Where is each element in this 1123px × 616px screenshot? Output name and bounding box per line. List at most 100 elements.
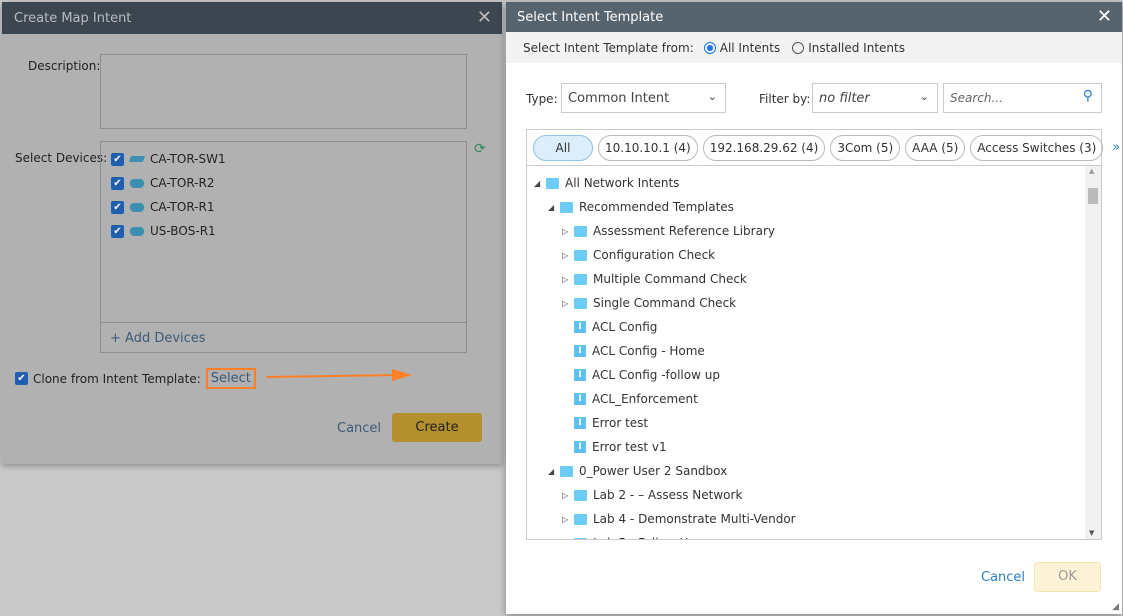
device-checkbox[interactable]: ✔ [111,152,124,166]
radio-installed-intents[interactable]: Installed Intents [792,41,905,55]
folder-icon [546,177,559,189]
intent-icon: I [574,369,586,381]
tag-chip[interactable]: 192.168.29.62 (4) [702,134,826,161]
expanded-arrow-icon[interactable]: ◢ [534,179,546,188]
device-item[interactable]: ✔ US-BOS-R1 [111,224,216,238]
description-input[interactable] [100,54,467,129]
refresh-icon[interactable]: ⟳ [474,141,486,157]
tree-item[interactable]: ◢ Recommended Templates [548,195,734,219]
type-select[interactable]: Common Intent ⌄ [561,83,726,113]
ok-button[interactable]: OK [1034,562,1101,592]
device-checkbox[interactable]: ✔ [111,200,124,214]
filter-label: Filter by: [759,92,811,106]
tree-item[interactable]: I Error test [562,411,648,435]
intent-icon: I [574,417,586,429]
collapsed-arrow-icon[interactable]: ▷ [562,227,574,236]
tree-item[interactable]: ▷ Lab 2 - – Assess Network [562,483,742,507]
folder-icon [560,465,573,477]
switch-icon [128,156,146,162]
devices-label: Select Devices: [15,151,108,165]
tree-item[interactable]: ▷ Configuration Check [562,243,715,267]
folder-icon [574,273,587,285]
device-item[interactable]: ✔ CA-TOR-R2 [111,176,214,190]
tree-item[interactable]: ▷ Lab 4 - Demonstrate Multi-Vendor [562,507,796,531]
tree-item-label: 0_Power User 2 Sandbox [579,464,728,478]
chevron-down-icon: ⌄ [707,90,717,103]
tree-item[interactable]: I ACL_Enforcement [562,387,698,411]
clone-checkbox[interactable]: ✔ [15,372,28,385]
tree-item[interactable]: I ACL Config [562,315,657,339]
search-input[interactable]: Search... ⚲ [943,83,1102,113]
filter-value: no filter [819,91,870,106]
tag-chip[interactable]: 10.10.10.1 (4) [598,134,698,161]
add-devices-link[interactable]: + Add Devices [101,322,466,354]
cancel-button[interactable]: Cancel [981,570,1025,585]
tag-chip[interactable]: Access Switches (3) [970,134,1104,161]
intent-tree: ◢ All Network Intents ◢ Recommended Templat… [526,166,1102,540]
device-checkbox[interactable]: ✔ [111,224,124,238]
device-checkbox[interactable]: ✔ [111,176,124,190]
intent-icon: I [574,345,586,357]
tree-item-label: ACL Config -follow up [592,368,720,382]
device-name: CA-TOR-R1 [150,200,215,214]
create-map-intent-dialog: Create Map Intent ✕ Description: Select D… [2,2,502,464]
tree-item[interactable]: ▷ Single Command Check [562,291,736,315]
chevron-down-icon: ⌄ [919,90,929,103]
search-icon[interactable]: ⚲ [1083,88,1093,104]
cancel-button[interactable]: Cancel [337,421,381,436]
device-item[interactable]: ✔ CA-TOR-R1 [111,200,214,214]
folder-icon [574,249,587,261]
scrollbar[interactable]: ▲ ▼ [1085,166,1101,539]
collapsed-arrow-icon[interactable]: ▷ [562,539,574,540]
more-tags-icon[interactable]: » [1112,140,1120,155]
expanded-arrow-icon[interactable]: ◢ [548,203,560,212]
type-value: Common Intent [568,91,670,106]
tag-filter-bar: All 10.10.10.1 (4) 192.168.29.62 (4) 3Com (… [526,129,1120,166]
radio-all-intents[interactable]: All Intents [703,41,780,55]
folder-icon [574,297,587,309]
tree-item-label: Assessment Reference Library [593,224,775,238]
folder-icon [574,225,587,237]
device-item[interactable]: ✔ CA-TOR-SW1 [111,152,226,166]
collapsed-arrow-icon[interactable]: ▷ [562,515,574,524]
tree-item-label: Single Command Check [593,296,737,310]
clone-row: ✔ Clone from Intent Template: Select [15,368,256,389]
tree-item[interactable]: ▷ Assessment Reference Library [562,219,775,243]
dialog-title: Create Map Intent [14,11,132,26]
filter-select[interactable]: no filter ⌄ [812,83,938,113]
router-icon [130,202,144,212]
tree-item[interactable]: I ACL Config - Home [562,339,705,363]
resize-handle-icon[interactable]: ◢ [1112,602,1119,612]
search-placeholder: Search... [950,91,1003,105]
tree-item[interactable]: I ACL Config -follow up [562,363,720,387]
expanded-arrow-icon[interactable]: ◢ [548,467,560,476]
router-icon [130,178,144,188]
collapsed-arrow-icon[interactable]: ▷ [562,299,574,308]
create-button[interactable]: Create [392,413,482,442]
tree-item[interactable]: ◢ All Network Intents [534,171,679,195]
tree-item[interactable]: ▷ Lab 5 - Follow Up [562,531,696,540]
device-list: ✔ CA-TOR-SW1 ✔ CA-TOR-R2 ✔ CA-TOR-R1 ✔ US-BOS-R… [100,141,467,353]
collapsed-arrow-icon[interactable]: ▷ [562,491,574,500]
radio-selected-icon [703,42,716,54]
select-template-link[interactable]: Select [205,368,256,389]
tree-item-label: ACL Config - Home [592,344,705,358]
arrow-annotation [266,369,412,381]
tag-chip[interactable]: AAA (5) [905,134,966,161]
tree-item[interactable]: ◢ 0_Power User 2 Sandbox [548,459,727,483]
collapsed-arrow-icon[interactable]: ▷ [562,251,574,260]
device-name: CA-TOR-R2 [150,176,215,190]
close-icon[interactable]: ✕ [477,7,492,28]
folder-icon [574,489,587,501]
tree-item[interactable]: ▷ Multiple Command Check [562,267,747,291]
tree-item[interactable]: I Error test v1 [562,435,667,459]
tree-item-label: Error test [592,416,649,430]
radio-label: Installed Intents [808,40,905,55]
tree-item-label: Configuration Check [593,248,716,262]
tree-item-label: Lab 5 - Follow Up [593,536,696,539]
collapsed-arrow-icon[interactable]: ▷ [562,275,574,284]
tag-chip[interactable]: All [533,134,593,161]
tag-chip[interactable]: 3Com (5) [830,134,901,161]
close-icon[interactable]: ✕ [1097,6,1112,27]
tree-item-label: Error test v1 [592,440,667,454]
